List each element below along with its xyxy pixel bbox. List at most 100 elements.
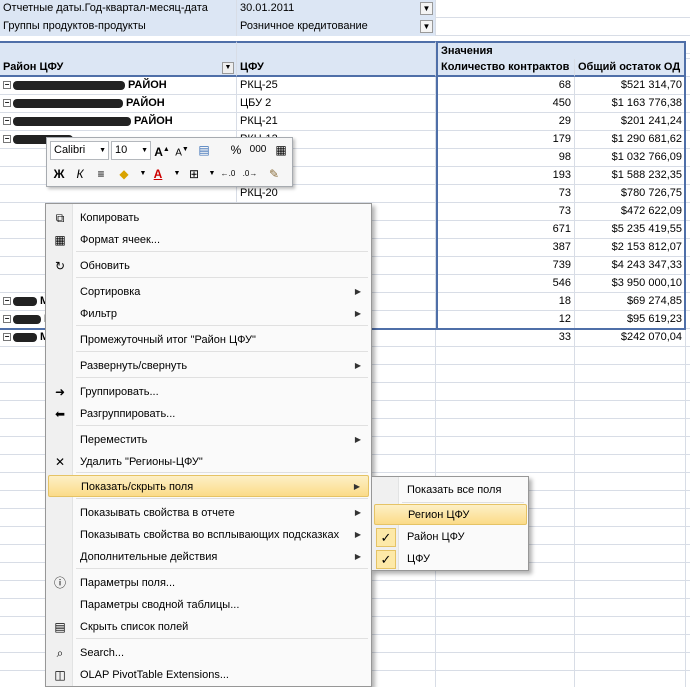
filter-value-products[interactable]: Розничное кредитование ▼ bbox=[237, 18, 436, 36]
cell-cfu[interactable]: РКЦ-21 bbox=[237, 113, 436, 131]
cell-region[interactable] bbox=[0, 185, 237, 203]
collapse-icon[interactable]: − bbox=[3, 117, 11, 126]
menu-item-search[interactable]: ⌕ Search... bbox=[48, 642, 369, 664]
collapse-icon[interactable]: − bbox=[3, 333, 11, 342]
table-row[interactable]: − РАЙОН ЦБУ 2 450 $1 163 776,38 bbox=[0, 95, 690, 113]
empty-cell[interactable] bbox=[575, 473, 686, 491]
cell-total[interactable]: $472 622,09 bbox=[575, 203, 686, 221]
cell-total[interactable]: $1 032 766,09 bbox=[575, 149, 686, 167]
collapse-icon[interactable]: − bbox=[3, 297, 11, 306]
empty-cell[interactable] bbox=[436, 455, 575, 473]
shrink-font-button[interactable]: A▼ bbox=[173, 141, 191, 159]
grow-font-button[interactable]: A▲ bbox=[153, 141, 171, 159]
menu-item-group[interactable]: ➜ Группировать... bbox=[48, 381, 369, 403]
cell-total[interactable]: $521 314,70 bbox=[575, 77, 686, 95]
empty-cell[interactable] bbox=[575, 347, 686, 365]
cell-region[interactable]: − РАЙОН bbox=[0, 77, 237, 95]
empty-cell[interactable] bbox=[436, 365, 575, 383]
menu-item-filter[interactable]: Фильтр ▶ bbox=[48, 303, 369, 325]
empty-cell[interactable] bbox=[436, 671, 575, 687]
font-size-select[interactable]: 10 ▼ bbox=[111, 141, 151, 160]
align-center-button[interactable]: ≡ bbox=[92, 165, 110, 183]
cell-region[interactable]: − РАЙОН bbox=[0, 113, 237, 131]
empty-cell[interactable] bbox=[575, 635, 686, 653]
empty-cell[interactable] bbox=[436, 419, 575, 437]
thousands-separator-button[interactable]: 000 bbox=[247, 141, 269, 159]
menu-item-format-cells[interactable]: ▦ Формат ячеек... bbox=[48, 229, 369, 251]
menu-item-show-hide-fields[interactable]: Показать/скрыть поля ▶ bbox=[48, 475, 369, 497]
filter-funnel-icon[interactable]: ▼ bbox=[420, 2, 433, 15]
cell-total[interactable]: $5 235 419,55 bbox=[575, 221, 686, 239]
cell-count[interactable]: 179 bbox=[436, 131, 575, 149]
cell-total[interactable]: $1 290 681,62 bbox=[575, 131, 686, 149]
accounting-format-button[interactable]: ▤ bbox=[195, 141, 213, 159]
empty-cell[interactable] bbox=[575, 653, 686, 671]
collapse-icon[interactable]: − bbox=[3, 99, 11, 108]
submenu-item-cfu[interactable]: ✓ ЦФУ bbox=[374, 549, 527, 570]
cell-region[interactable]: − РАЙОН bbox=[0, 95, 237, 113]
cell-count[interactable]: 12 bbox=[436, 311, 575, 329]
cell-total[interactable]: $4 243 347,33 bbox=[575, 257, 686, 275]
format-painter-button[interactable]: ✎ bbox=[265, 165, 283, 183]
menu-item-sort[interactable]: Сортировка ▶ bbox=[48, 281, 369, 303]
cell-count[interactable]: 73 bbox=[436, 203, 575, 221]
cell-total[interactable]: $69 274,85 bbox=[575, 293, 686, 311]
cell-total[interactable]: $1 163 776,38 bbox=[575, 95, 686, 113]
empty-cell[interactable] bbox=[436, 347, 575, 365]
cell-total[interactable]: $242 070,04 bbox=[575, 329, 686, 347]
empty-cell[interactable] bbox=[575, 581, 686, 599]
cell-count[interactable]: 671 bbox=[436, 221, 575, 239]
column-header-region[interactable]: Район ЦФУ ▼ bbox=[0, 59, 237, 77]
empty-cell[interactable] bbox=[575, 617, 686, 635]
cell-total[interactable]: $1 588 232,35 bbox=[575, 167, 686, 185]
menu-item-olap-extensions[interactable]: ◫ OLAP PivotTable Extensions... bbox=[48, 664, 369, 686]
empty-cell[interactable] bbox=[575, 401, 686, 419]
cell-count[interactable]: 29 bbox=[436, 113, 575, 131]
column-header-total[interactable]: Общий остаток ОД bbox=[575, 59, 686, 77]
empty-cell[interactable] bbox=[575, 365, 686, 383]
collapse-icon[interactable]: − bbox=[3, 315, 11, 324]
cell-total[interactable]: $780 726,75 bbox=[575, 185, 686, 203]
menu-item-move[interactable]: Переместить ▶ bbox=[48, 429, 369, 451]
fill-color-button[interactable]: ◆ bbox=[115, 165, 133, 183]
italic-button[interactable]: К bbox=[71, 165, 89, 183]
empty-cell[interactable] bbox=[436, 635, 575, 653]
menu-item-copy[interactable]: ⧉ Копировать bbox=[48, 207, 369, 229]
table-row[interactable]: РКЦ-20 73 $780 726,75 bbox=[0, 185, 690, 203]
format-table-button[interactable]: ▦ bbox=[272, 141, 290, 159]
cell-count[interactable]: 546 bbox=[436, 275, 575, 293]
empty-cell[interactable] bbox=[575, 455, 686, 473]
empty-cell[interactable] bbox=[575, 509, 686, 527]
menu-item-hide-field-list[interactable]: ▤ Скрыть список полей bbox=[48, 616, 369, 638]
menu-item-ungroup[interactable]: ⬅ Разгруппировать... bbox=[48, 403, 369, 425]
cell-count[interactable]: 387 bbox=[436, 239, 575, 257]
empty-cell[interactable] bbox=[575, 419, 686, 437]
empty-cell[interactable] bbox=[436, 437, 575, 455]
borders-button[interactable]: ⊞ bbox=[185, 165, 203, 183]
filter-value-dates[interactable]: 30.01.2011 ▼ bbox=[237, 0, 436, 18]
cell-count[interactable]: 739 bbox=[436, 257, 575, 275]
cell-cfu[interactable]: РКЦ-20 bbox=[237, 185, 436, 203]
menu-item-show-properties-tooltips[interactable]: Показывать свойства во всплывающих подск… bbox=[48, 524, 369, 546]
menu-item-show-properties-report[interactable]: Показывать свойства в отчете ▶ bbox=[48, 502, 369, 524]
empty-cell[interactable] bbox=[575, 383, 686, 401]
cell-count[interactable]: 73 bbox=[436, 185, 575, 203]
cell-cfu[interactable]: РКЦ-25 bbox=[237, 77, 436, 95]
cell-total[interactable]: $95 619,23 bbox=[575, 311, 686, 329]
empty-cell[interactable] bbox=[575, 599, 686, 617]
increase-decimal-button[interactable]: ←.0 bbox=[219, 165, 237, 183]
font-color-dropdown[interactable]: ▼ bbox=[168, 165, 186, 183]
submenu-item-region-cfu[interactable]: Регион ЦФУ bbox=[374, 504, 527, 525]
table-row[interactable]: − РАЙОН РКЦ-25 68 $521 314,70 bbox=[0, 77, 690, 95]
table-row[interactable]: − РАЙОН РКЦ-21 29 $201 241,24 bbox=[0, 113, 690, 131]
empty-cell[interactable] bbox=[436, 581, 575, 599]
empty-cell[interactable] bbox=[575, 563, 686, 581]
empty-cell[interactable] bbox=[575, 491, 686, 509]
menu-item-pivot-options[interactable]: Параметры сводной таблицы... bbox=[48, 594, 369, 616]
empty-cell[interactable] bbox=[575, 437, 686, 455]
empty-cell[interactable] bbox=[436, 599, 575, 617]
empty-cell[interactable] bbox=[436, 653, 575, 671]
cell-total[interactable]: $3 950 000,10 bbox=[575, 275, 686, 293]
chevron-down-icon[interactable]: ▼ bbox=[222, 62, 234, 74]
filter-funnel-icon[interactable]: ▼ bbox=[420, 20, 433, 33]
